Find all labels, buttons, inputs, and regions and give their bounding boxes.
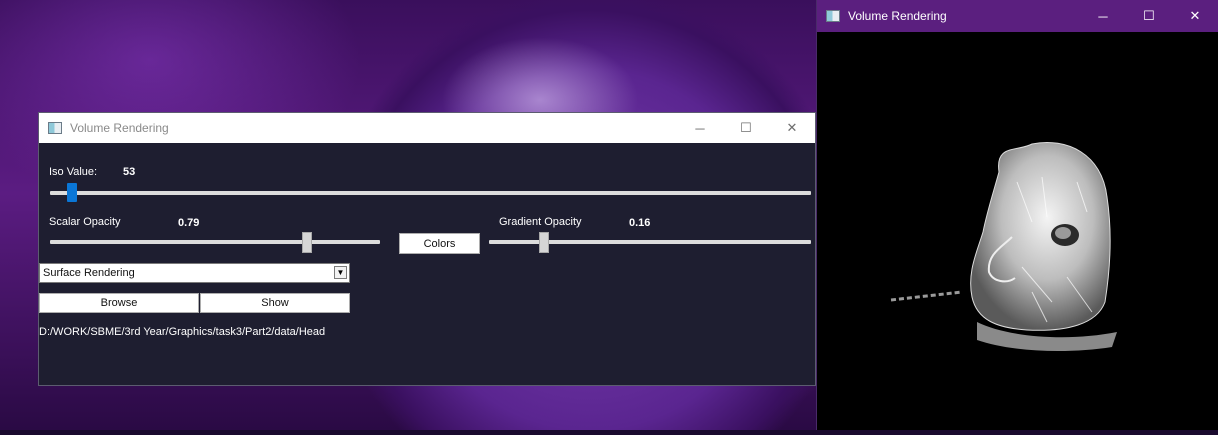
- iso-value-label: Iso Value:: [49, 166, 98, 178]
- iso-slider-track[interactable]: [50, 191, 811, 195]
- render-maximize-button[interactable]: ☐: [1126, 0, 1172, 32]
- render-window-title: Volume Rendering: [848, 9, 947, 23]
- scalar-opacity-label: Scalar Opacity: [49, 216, 121, 228]
- rendered-head-image: [890, 142, 1117, 352]
- render-viewport[interactable]: [817, 32, 1218, 430]
- gradient-opacity-label: Gradient Opacity: [499, 216, 582, 228]
- minimize-button[interactable]: ─: [677, 113, 723, 143]
- gradient-opacity-readout: 0.16: [629, 217, 651, 229]
- close-button[interactable]: ✕: [769, 113, 815, 143]
- colors-button[interactable]: Colors: [399, 233, 480, 254]
- gradient-opacity-slider-track[interactable]: [489, 240, 811, 244]
- scalar-opacity-readout: 0.79: [178, 217, 200, 229]
- app-icon: [48, 122, 62, 134]
- iso-value-readout: 53: [123, 166, 136, 178]
- rendering-mode-select[interactable]: Surface Rendering ▼: [39, 263, 350, 283]
- file-path-text: D:/WORK/SBME/3rd Year/Graphics/task3/Par…: [39, 326, 326, 338]
- render-window: Volume Rendering ─ ☐ ✕: [816, 0, 1218, 430]
- render-close-button[interactable]: ✕: [1172, 0, 1218, 32]
- window-title: Volume Rendering: [70, 121, 169, 135]
- rendering-mode-value: Surface Rendering: [43, 267, 135, 279]
- maximize-button[interactable]: ☐: [723, 113, 769, 143]
- iso-slider-handle[interactable]: [67, 183, 77, 202]
- chevron-down-icon[interactable]: ▼: [334, 266, 347, 279]
- main-titlebar[interactable]: Volume Rendering ─ ☐ ✕: [39, 113, 815, 143]
- browse-button[interactable]: Browse: [39, 293, 199, 313]
- main-window: Volume Rendering ─ ☐ ✕ Iso Value: 53 Sca…: [38, 112, 816, 386]
- render-minimize-button[interactable]: ─: [1080, 0, 1126, 32]
- show-button[interactable]: Show: [200, 293, 350, 313]
- render-titlebar[interactable]: Volume Rendering ─ ☐ ✕: [817, 0, 1218, 32]
- scalar-opacity-slider-track[interactable]: [50, 240, 380, 244]
- scalar-opacity-slider-handle[interactable]: [302, 232, 312, 253]
- render-app-icon: [826, 10, 840, 22]
- gradient-opacity-slider-handle[interactable]: [539, 232, 549, 253]
